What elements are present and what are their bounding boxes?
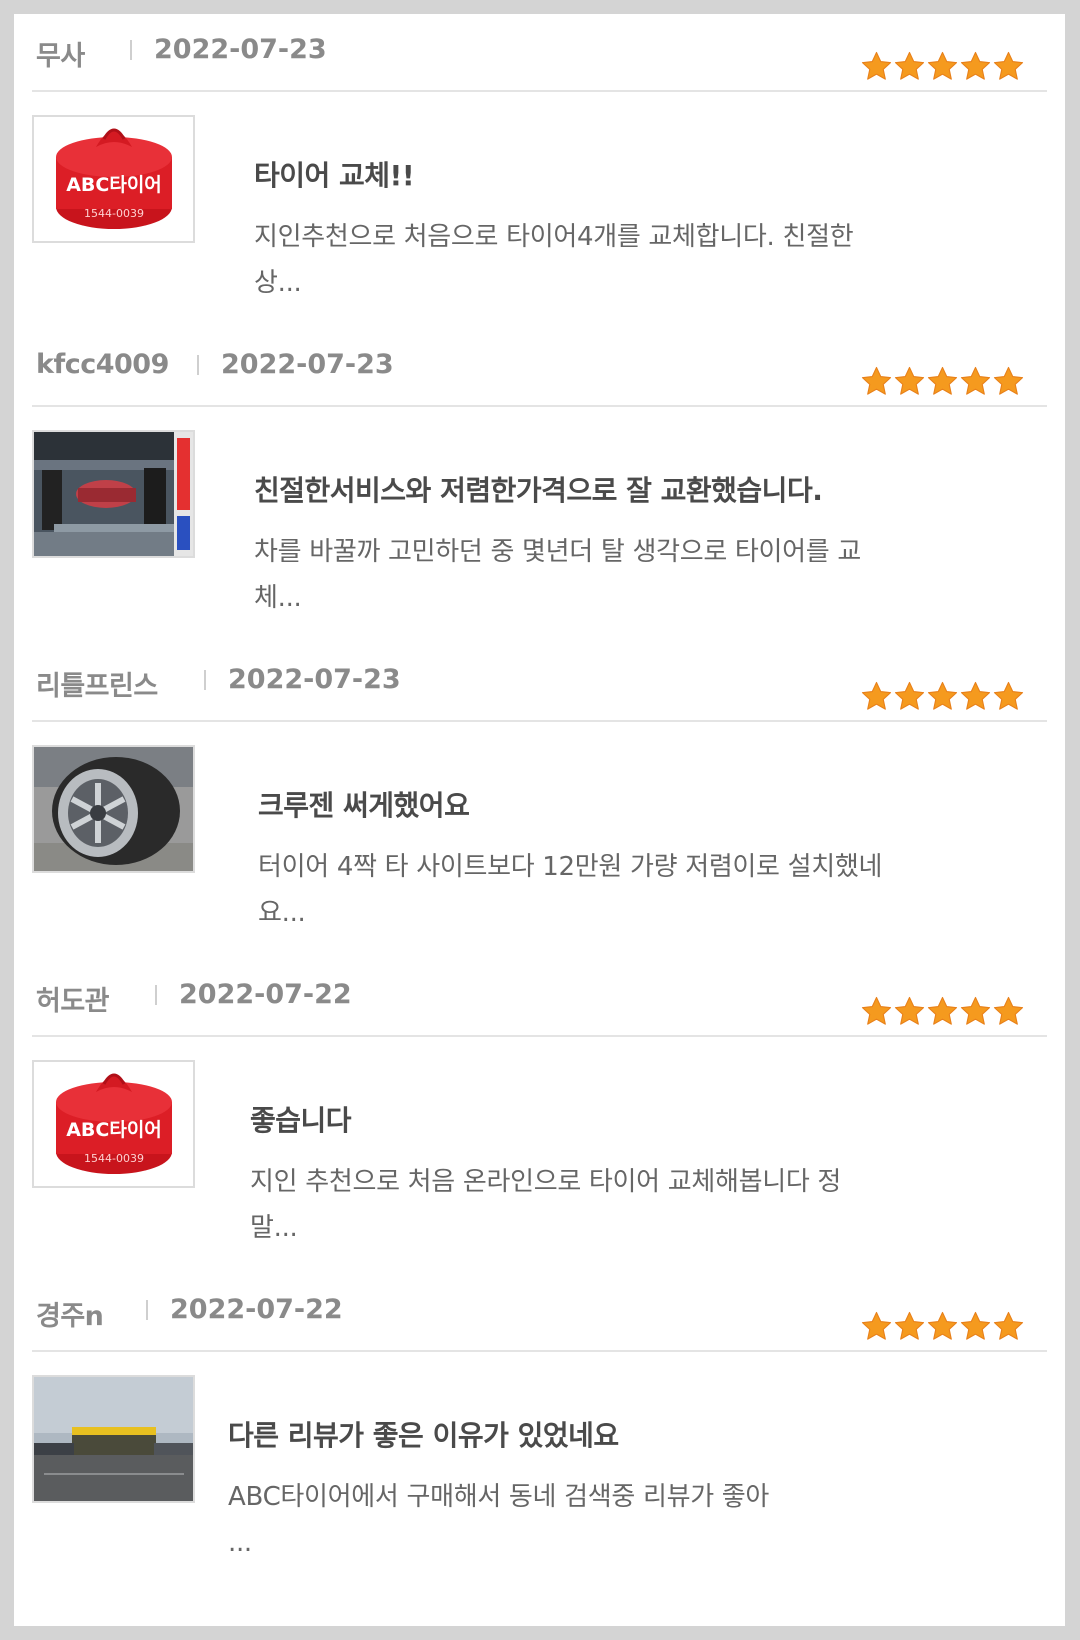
star-icon [960,996,991,1025]
shop-exterior-image [34,1377,193,1501]
tire-bag-phone: 1544-0039 [84,207,144,220]
review-author: 무사 [36,41,85,72]
review-author: 허도관 [36,986,110,1017]
review-thumbnail[interactable] [32,745,195,873]
tire-bag-image: ABC타이어 1544-0039 [34,1062,193,1186]
review-excerpt: 지인추천으로 처음으로 타이어4개를 교체합니다. 친절한 상... [254,222,854,298]
review-excerpt: ABC타이어에서 구매해서 동네 검색중 리뷰가 좋아 ... [228,1482,770,1558]
tire-bag-phone: 1544-0039 [84,1152,144,1165]
star-icon [861,51,892,80]
review-date: 2022-07-22 [179,979,352,1010]
review-item[interactable]: 허도관 2022-07-22 ABC타이어 1544-0039 좋습니다 지인 … [32,959,1065,1289]
tire-bag-brand: ABC타이어 [66,174,162,196]
tire-bag-brand: ABC타이어 [66,1119,162,1141]
review-date: 2022-07-23 [228,664,401,695]
meta-divider [197,355,199,375]
meta-divider [155,985,157,1005]
review-header: 경주n 2022-07-22 [32,1274,1047,1352]
review-author: 리틀프린스 [36,671,158,702]
star-icon [960,1311,991,1340]
review-author: 경주n [36,1301,104,1332]
star-rating [860,50,1025,84]
review-thumbnail[interactable]: ABC타이어 1544-0039 [32,1060,195,1188]
review-date: 2022-07-22 [170,1294,343,1325]
review-item[interactable]: kfcc4009 2022-07-23 친절한서비스와 저렴한가격으로 잘 교환… [32,329,1065,659]
review-header: 무사 2022-07-23 [32,14,1047,92]
star-icon [927,1311,958,1340]
star-icon [927,681,958,710]
star-rating [860,995,1025,1029]
review-title[interactable]: 크루젠 써게했어요 [258,784,470,824]
star-icon [927,51,958,80]
review-item[interactable]: 경주n 2022-07-22 다른 리뷰가 좋은 이유가 있었네요 ABC타이어… [32,1274,1065,1604]
star-icon [960,366,991,395]
review-header: 리틀프린스 2022-07-23 [32,644,1047,722]
star-icon [894,681,925,710]
star-icon [927,996,958,1025]
review-title[interactable]: 좋습니다 [250,1099,352,1139]
star-rating [860,365,1025,399]
review-date: 2022-07-23 [154,34,327,65]
tire-bag-image: ABC타이어 1544-0039 [34,117,193,241]
garage-photo-image [34,432,193,556]
star-icon [993,51,1024,80]
review-header: 허도관 2022-07-22 [32,959,1047,1037]
review-item[interactable]: 무사 2022-07-23 ABC타이어 1544-0039 타이어 교체!! … [32,14,1065,344]
star-icon [894,51,925,80]
star-icon [861,366,892,395]
star-icon [861,996,892,1025]
star-icon [894,996,925,1025]
star-icon [894,366,925,395]
star-icon [927,366,958,395]
star-icon [993,1311,1024,1340]
review-author: kfcc4009 [36,349,169,380]
star-icon [993,681,1024,710]
star-icon [960,51,991,80]
star-icon [861,1311,892,1340]
wheel-photo-image [34,747,193,871]
review-thumbnail[interactable] [32,1375,195,1503]
star-icon [960,681,991,710]
meta-divider [204,670,206,690]
review-title[interactable]: 친절한서비스와 저렴한가격으로 잘 교환했습니다. [254,469,823,509]
meta-divider [130,40,132,60]
meta-divider [146,1300,148,1320]
star-icon [993,366,1024,395]
review-date: 2022-07-23 [221,349,394,380]
star-icon [894,1311,925,1340]
review-item[interactable]: 리틀프린스 2022-07-23 크루젠 써게했어요 터이어 4짝 타 사이트보… [32,644,1065,974]
review-excerpt: 차를 바꿀까 고민하던 중 몇년더 탈 생각으로 타이어를 교체... [254,537,861,613]
review-thumbnail[interactable]: ABC타이어 1544-0039 [32,115,195,243]
review-excerpt: 지인 추천으로 처음 온라인으로 타이어 교체해봅니다 정말... [250,1167,842,1243]
review-excerpt: 터이어 4짝 타 사이트보다 12만원 가량 저렴이로 설치했네요... [258,852,883,928]
review-title[interactable]: 다른 리뷰가 좋은 이유가 있었네요 [228,1414,619,1454]
review-header: kfcc4009 2022-07-23 [32,329,1047,407]
review-list: 무사 2022-07-23 ABC타이어 1544-0039 타이어 교체!! … [14,14,1065,1626]
review-thumbnail[interactable] [32,430,195,558]
star-icon [993,996,1024,1025]
star-rating [860,1310,1025,1344]
review-title[interactable]: 타이어 교체!! [254,154,415,194]
star-rating [860,680,1025,714]
star-icon [861,681,892,710]
